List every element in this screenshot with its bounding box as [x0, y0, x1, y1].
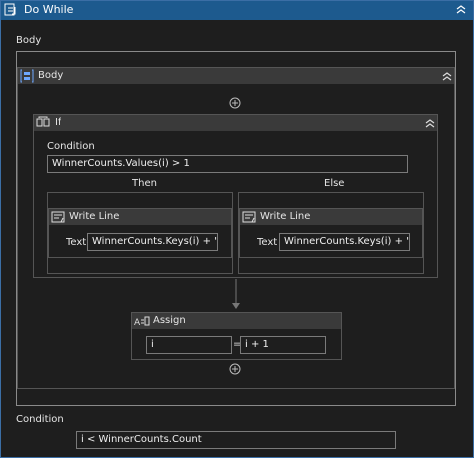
do-while-body-label: Body [16, 35, 42, 46]
assign-value-input[interactable]: i + 1 [240, 336, 326, 354]
else-label: Else [324, 178, 345, 189]
then-writeline-text-label: Text [66, 237, 87, 248]
add-activity-icon-top[interactable] [229, 97, 241, 109]
then-writeline-text-input[interactable]: WinnerCounts.Keys(i) + " is g [87, 233, 218, 251]
if-condition-label: Condition [47, 141, 95, 152]
then-writeline-title: Write Line [69, 211, 120, 222]
do-while-condition-label: Condition [16, 414, 64, 425]
body-sequence-title: Body [38, 70, 64, 81]
assign-icon: A [134, 314, 150, 328]
assign-title: Assign [153, 315, 186, 326]
else-writeline-text-input[interactable]: WinnerCounts.Keys(i) + " is e [279, 233, 410, 251]
flow-connector-arrow [231, 279, 241, 311]
then-label: Then [132, 178, 157, 189]
body-sequence-header[interactable] [18, 68, 454, 84]
writeline-icon [242, 210, 256, 224]
if-icon [36, 116, 50, 130]
writeline-icon [51, 210, 65, 224]
sequence-icon [20, 69, 34, 83]
else-writeline-text-label: Text [257, 237, 278, 248]
else-writeline-title: Write Line [260, 211, 311, 222]
do-while-collapse-icon[interactable] [455, 3, 467, 18]
do-while-condition-input[interactable]: i < WinnerCounts.Count [76, 431, 396, 449]
do-while-icon [4, 3, 18, 17]
body-sequence-collapse-icon[interactable] [441, 70, 453, 85]
if-condition-input[interactable]: WinnerCounts.Values(i) > 1 [47, 155, 408, 173]
assign-to-input[interactable]: i [146, 336, 232, 354]
svg-text:A: A [134, 318, 141, 328]
if-title: If [55, 117, 62, 128]
if-collapse-icon[interactable] [424, 117, 436, 132]
if-header[interactable] [34, 115, 437, 131]
add-activity-icon-bottom[interactable] [229, 363, 241, 375]
do-while-title: Do While [24, 3, 74, 16]
